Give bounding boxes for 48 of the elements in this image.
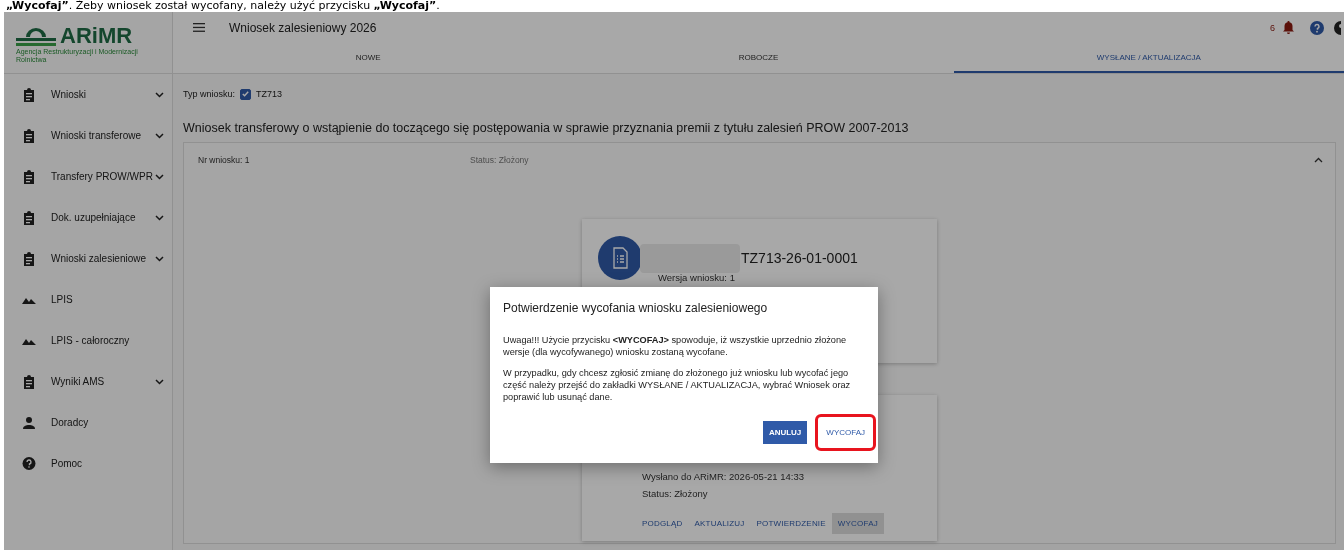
notifications-icon[interactable] [1283, 21, 1294, 34]
tab[interactable]: NOWE [173, 43, 564, 73]
person-icon [22, 416, 36, 429]
action-button[interactable]: PODGLĄD [636, 513, 689, 534]
tab[interactable]: ROBOCZE [563, 43, 954, 73]
checkbox[interactable] [240, 88, 252, 100]
action-button[interactable]: POTWIERDZENIE [750, 513, 832, 534]
application-status: Status: Złożony [470, 155, 530, 165]
page-title: Wniosek zalesieniowy 2026 [229, 20, 378, 35]
clipboard-icon [22, 87, 36, 102]
dialog-message: W przypadku, gdy chcesz zgłosić zmianę do złożonego już wniosku lub wycofać jego część należy przejść do zakładki WYSŁANE / AKTUALIZACJA, wybrać Wniosek oraz poprawić lub usunąć dane. [503, 367, 852, 404]
document-icon [598, 236, 642, 280]
clipboard-icon [22, 210, 36, 225]
sidebar-item[interactable]: Doradcy [4, 402, 172, 443]
sidebar-item[interactable]: Pomoc [4, 443, 172, 484]
logo-name: ARiMR [60, 24, 134, 47]
sidebar-item[interactable]: Wnioski transferowe [4, 115, 172, 156]
clipboard-icon [22, 251, 36, 266]
sidebar-item[interactable]: Wnioski [4, 74, 172, 115]
cancel-button[interactable]: ANULUJ [762, 420, 808, 444]
action-button[interactable]: WYCOFAJ [831, 513, 884, 534]
notification-count: 6 [1270, 22, 1275, 33]
sidebar-item[interactable]: Transfery PROW/WPR [4, 156, 172, 197]
sidebar-item[interactable]: Wyniki AMS [4, 361, 172, 402]
checkbox-label: TZ713 [256, 89, 283, 99]
account-icon[interactable] [1334, 20, 1344, 35]
help-icon [22, 457, 36, 470]
sidebar-item[interactable]: Wnioski zalesieniowe [4, 238, 172, 279]
sidebar-item[interactable]: LPIS - całoroczny [4, 320, 172, 361]
dialog-title: Potwierdzenie wycofania wniosku zalesieniowego [503, 301, 769, 315]
filter-label: Typ wniosku: [183, 89, 236, 99]
submission-status: Status: Złożony [642, 488, 709, 501]
help-icon[interactable] [1310, 20, 1324, 35]
application-number: Nr wniosku: 1 [198, 155, 251, 165]
clipboard-icon [22, 128, 36, 143]
action-button[interactable]: AKTUALIZUJ [688, 513, 751, 534]
tab[interactable]: WYSŁANE / AKTUALIZACJA [953, 43, 1344, 73]
clipboard-icon [22, 374, 36, 389]
application-id: TZ713-26-01-0001 [741, 250, 858, 266]
sent-date: Wysłano do ARiMR: 2026-05-21 14:33 [642, 471, 806, 484]
chevron-icon[interactable] [1314, 157, 1323, 163]
dialog-message: Uwaga!!! Użycie przycisku <WYCOFAJ> spowoduje, iż wszystkie uprzednio złożone wersje (dla wycofywanego) wniosku zostaną wycofane. [503, 335, 848, 359]
sidebar-item[interactable]: Dok. uzupełniające [4, 197, 172, 238]
version-text: Wersja wniosku: 1 [658, 272, 736, 283]
menu-icon[interactable] [193, 23, 205, 32]
clipboard-icon [22, 169, 36, 184]
sidebar-item[interactable]: LPIS [4, 279, 172, 320]
section-heading: Wniosek transferowy o wstąpienie do toczącego się postępowania w sprawie przyznania premii z tytułu zalesień PROW 2007-2013 [183, 120, 910, 137]
